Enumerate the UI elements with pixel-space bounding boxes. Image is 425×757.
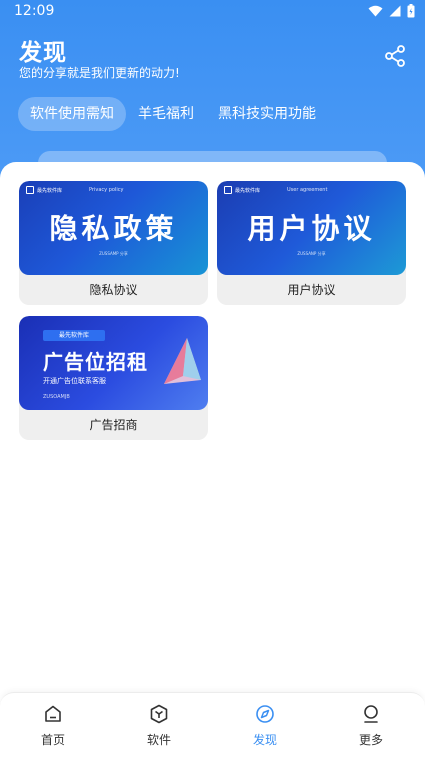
tab-black-tech[interactable]: 黑科技实用功能 [206, 97, 328, 131]
banner-logo: 最先软件库 [43, 330, 105, 341]
tab-software-notice[interactable]: 软件使用需知 [18, 97, 126, 131]
home-icon [45, 705, 61, 722]
status-icons [368, 4, 415, 18]
card-user-agreement[interactable]: 最先软件库 User agreement 用户协议 ZUSSANP 分享 用户协… [217, 181, 406, 305]
banner-en-title: Privacy policy [89, 187, 124, 193]
user-agreement-banner[interactable]: 最先软件库 User agreement 用户协议 ZUSSANP 分享 [217, 181, 406, 275]
status-bar: 12:09 [0, 0, 425, 26]
cube-icon [150, 704, 168, 724]
nav-discover[interactable]: 发现 [235, 703, 295, 753]
paper-plane-graphic [164, 338, 201, 384]
card-label: 广告招商 [89, 418, 138, 432]
banner-title: 隐私政策 [49, 212, 178, 245]
banner-logo: 最先软件库 [26, 186, 62, 194]
user-icon [364, 705, 378, 723]
nav-software-label: 软件 [146, 733, 171, 747]
nav-software[interactable]: 软件 [129, 703, 189, 753]
page-subtitle: 您的分享就是我们更新的动力! [19, 66, 180, 80]
status-time: 12:09 [14, 3, 55, 19]
banner-title: 广告位招租 [43, 350, 148, 374]
bottom-nav: 首页 软件 发现 更多 [0, 692, 425, 757]
banner-subtitle: 开通广告位联系客服 [43, 377, 106, 385]
share-icon[interactable] [383, 44, 407, 68]
banner-title: 用户协议 [247, 212, 376, 245]
tab-wool-welfare[interactable]: 羊毛福利 [126, 97, 206, 131]
privacy-banner[interactable]: 最先软件库 Privacy policy 隐私政策 ZUSSAMP 分享 [19, 181, 208, 275]
page-title: 发现 [19, 40, 67, 66]
advertising-banner[interactable]: 最先软件库 广告位招租 开通广告位联系客服 ZUSOAMJB [19, 316, 208, 410]
nav-home[interactable]: 首页 [23, 703, 83, 753]
wifi-icon [368, 5, 383, 17]
nav-more[interactable]: 更多 [341, 703, 401, 753]
battery-icon [407, 4, 415, 18]
banner-logo: 最先软件库 [224, 186, 260, 194]
card-advertising[interactable]: 最先软件库 广告位招租 开通广告位联系客服 ZUSOAMJB 广告招商 [19, 316, 208, 440]
nav-discover-label: 发现 [252, 733, 277, 747]
card-privacy[interactable]: 最先软件库 Privacy policy 隐私政策 ZUSSAMP 分享 隐私协… [19, 181, 208, 305]
card-label: 隐私协议 [89, 283, 138, 297]
content-panel: 最先软件库 Privacy policy 隐私政策 ZUSSAMP 分享 隐私协… [0, 162, 425, 697]
category-tabs: 软件使用需知 羊毛福利 黑科技实用功能 [18, 97, 328, 131]
nav-more-label: 更多 [358, 733, 383, 747]
banner-caption: ZUSSANP 分享 [297, 251, 326, 256]
nav-home-label: 首页 [40, 733, 65, 747]
banner-en-title: User agreement [287, 187, 328, 193]
banner-caption: ZUSSAMP 分享 [99, 251, 128, 256]
compass-icon [256, 705, 274, 723]
card-label: 用户协议 [287, 283, 336, 297]
banner-caption: ZUSOAMJB [43, 394, 70, 400]
signal-icon [389, 5, 401, 17]
